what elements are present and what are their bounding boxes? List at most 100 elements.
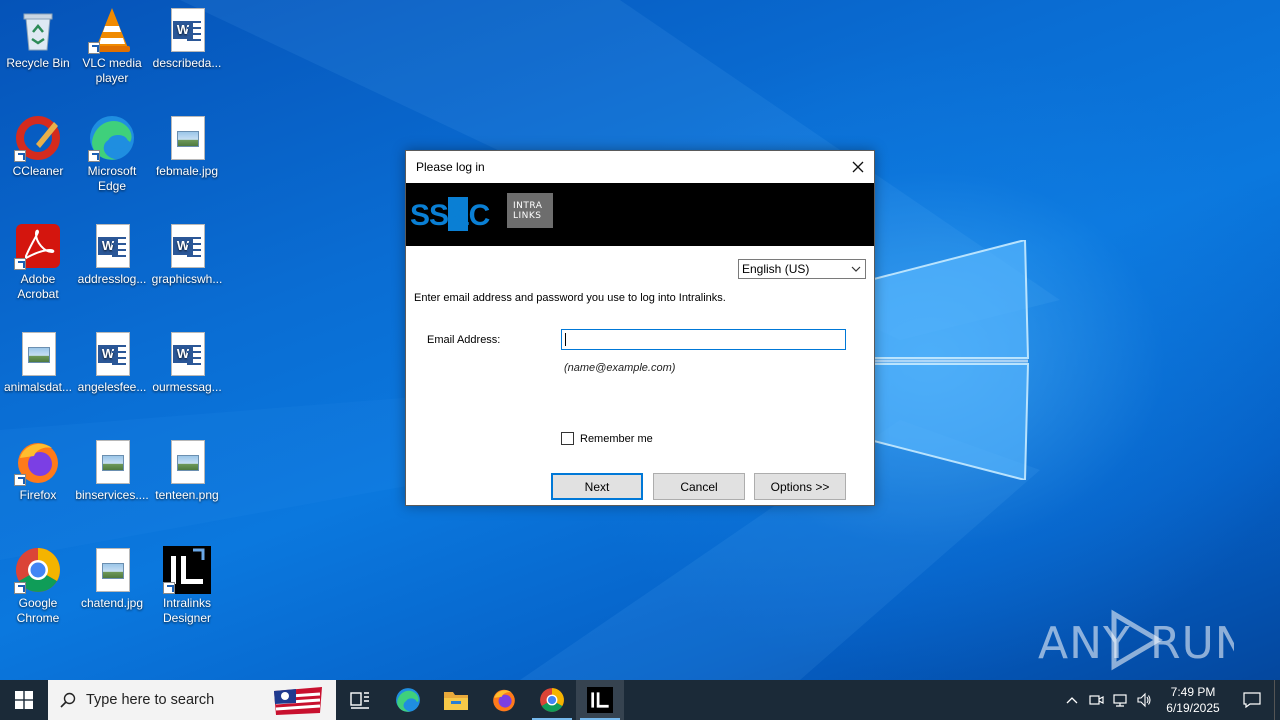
image-file-icon xyxy=(14,330,62,378)
tray-meet-now[interactable] xyxy=(1084,680,1108,720)
dialog-title-bar[interactable]: Please log in xyxy=(406,151,874,183)
windows-logo-wallpaper xyxy=(870,240,1030,480)
chrome-icon xyxy=(540,688,564,712)
search-placeholder: Type here to search xyxy=(86,692,215,708)
acrobat-icon xyxy=(14,222,62,270)
shortcut-arrow-icon xyxy=(14,474,26,486)
shortcut-arrow-icon xyxy=(14,582,26,594)
ssc-logo: SS&C xyxy=(410,197,491,231)
image-file-icon xyxy=(88,438,136,486)
remember-me-option[interactable]: Remember me xyxy=(561,432,653,445)
tray-volume[interactable] xyxy=(1132,680,1156,720)
windows-start-icon xyxy=(15,691,33,709)
search-icon xyxy=(60,692,76,708)
taskbar-chrome[interactable] xyxy=(528,680,576,720)
word-document-icon: W xyxy=(163,330,211,378)
show-hidden-icons-button[interactable] xyxy=(1060,680,1084,720)
remember-me-label: Remember me xyxy=(580,432,653,445)
desktop-icon-label: febmale.jpg xyxy=(155,164,219,178)
action-center-button[interactable] xyxy=(1230,680,1274,720)
taskbar-search-box[interactable]: Type here to search xyxy=(48,680,336,720)
svg-text:SS&C: SS&C xyxy=(410,199,490,231)
email-input[interactable] xyxy=(561,329,846,350)
desktop-icon-describeda[interactable]: W describeda... xyxy=(149,6,225,71)
image-file-icon xyxy=(163,438,211,486)
chrome-icon xyxy=(14,546,62,594)
image-file-icon xyxy=(88,546,136,594)
taskbar-intralinks[interactable] xyxy=(576,680,624,720)
volume-icon xyxy=(1137,692,1151,708)
task-view-button[interactable] xyxy=(336,680,384,720)
desktop-icon-ourmessag[interactable]: W ourmessag... xyxy=(149,330,225,395)
desktop-icon-febmale[interactable]: febmale.jpg xyxy=(149,114,225,179)
next-button[interactable]: Next xyxy=(551,473,643,500)
ccleaner-icon xyxy=(14,114,62,162)
language-select[interactable]: English (US) xyxy=(738,259,866,279)
desktop-icon-microsoft-edge[interactable]: Microsoft Edge xyxy=(74,114,150,194)
word-document-icon: W xyxy=(163,222,211,270)
language-value: English (US) xyxy=(742,262,810,276)
taskbar-clock[interactable]: 7:49 PM 6/19/2025 xyxy=(1156,684,1230,716)
desktop-icon-firefox[interactable]: Firefox xyxy=(0,438,76,503)
start-button[interactable] xyxy=(0,680,48,720)
remember-me-checkbox[interactable] xyxy=(561,432,574,445)
badge-line-2: LINKS xyxy=(513,211,542,221)
login-dialog: Please log in SS&C INTRA LINKS English (… xyxy=(405,150,875,506)
desktop-icon-animalsdat[interactable]: animalsdat... xyxy=(0,330,76,395)
desktop-icon-label: tenteen.png xyxy=(155,488,219,502)
task-view-icon xyxy=(350,692,369,709)
desktop-icon-label: Microsoft Edge xyxy=(87,164,137,193)
desktop-icon-google-chrome[interactable]: Google Chrome xyxy=(0,546,76,626)
taskbar-file-explorer[interactable] xyxy=(432,680,480,720)
tray-network[interactable] xyxy=(1108,680,1132,720)
taskbar-edge[interactable] xyxy=(384,680,432,720)
desktop-icon-tenteen[interactable]: tenteen.png xyxy=(149,438,225,503)
badge-line-1: INTRA xyxy=(513,201,543,211)
edge-icon xyxy=(396,688,420,712)
anyrun-watermark: ANY RUN xyxy=(1038,606,1248,685)
desktop-icon-label: Google Chrome xyxy=(16,596,60,625)
shortcut-arrow-icon xyxy=(163,582,175,594)
taskbar: Type here to search 7:49 PM 6/19/2025 xyxy=(0,680,1280,720)
desktop-icon-vlc[interactable]: VLC media player xyxy=(74,6,150,86)
desktop-icon-label: addresslog... xyxy=(77,272,147,286)
chevron-up-icon xyxy=(1066,697,1078,704)
svg-text:RUN: RUN xyxy=(1150,618,1234,669)
desktop-icon-intralinks-designer[interactable]: Intralinks Designer xyxy=(149,546,225,626)
close-button[interactable] xyxy=(842,151,874,183)
desktop-icon-adobe-acrobat[interactable]: Adobe Acrobat xyxy=(0,222,76,302)
desktop-icon-recycle-bin[interactable]: Recycle Bin xyxy=(0,6,76,71)
intralinks-icon xyxy=(163,546,211,594)
desktop-icon-ccleaner[interactable]: CCleaner xyxy=(0,114,76,179)
options-button[interactable]: Options >> xyxy=(754,473,846,500)
desktop-icon-chatend[interactable]: chatend.jpg xyxy=(74,546,150,611)
edge-icon xyxy=(88,114,136,162)
close-icon xyxy=(852,161,864,173)
show-desktop-button[interactable] xyxy=(1274,680,1280,720)
word-document-icon: W xyxy=(88,222,136,270)
word-document-icon: W xyxy=(163,6,211,54)
email-label: Email Address: xyxy=(427,334,501,346)
vlc-icon xyxy=(88,6,136,54)
desktop-icon-label: describeda... xyxy=(152,56,222,70)
desktop-icon-label: VLC media player xyxy=(82,56,142,85)
desktop-icon-graphicswh[interactable]: W graphicswh... xyxy=(149,222,225,287)
desktop-icon-addresslog[interactable]: W addresslog... xyxy=(74,222,150,287)
notification-icon xyxy=(1243,692,1261,708)
cancel-button[interactable]: Cancel xyxy=(653,473,745,500)
network-icon xyxy=(1113,694,1127,707)
desktop-icon-binservices[interactable]: binservices.... xyxy=(74,438,150,503)
desktop-icon-angelesfee[interactable]: W angelesfee... xyxy=(74,330,150,395)
shortcut-arrow-icon xyxy=(14,150,26,162)
intralinks-icon xyxy=(587,687,613,713)
desktop-icon-label: Recycle Bin xyxy=(6,56,70,70)
shortcut-arrow-icon xyxy=(88,150,100,162)
desktop-icon-label: CCleaner xyxy=(12,164,64,178)
brand-banner: SS&C INTRA LINKS xyxy=(406,183,874,246)
desktop-icon-label: Adobe Acrobat xyxy=(17,272,59,301)
desktop-icon-label: chatend.jpg xyxy=(80,596,144,610)
desktop-icon-label: ourmessag... xyxy=(152,380,222,394)
clock-date: 6/19/2025 xyxy=(1166,701,1220,715)
taskbar-firefox[interactable] xyxy=(480,680,528,720)
desktop-icon-label: Intralinks Designer xyxy=(162,596,212,625)
